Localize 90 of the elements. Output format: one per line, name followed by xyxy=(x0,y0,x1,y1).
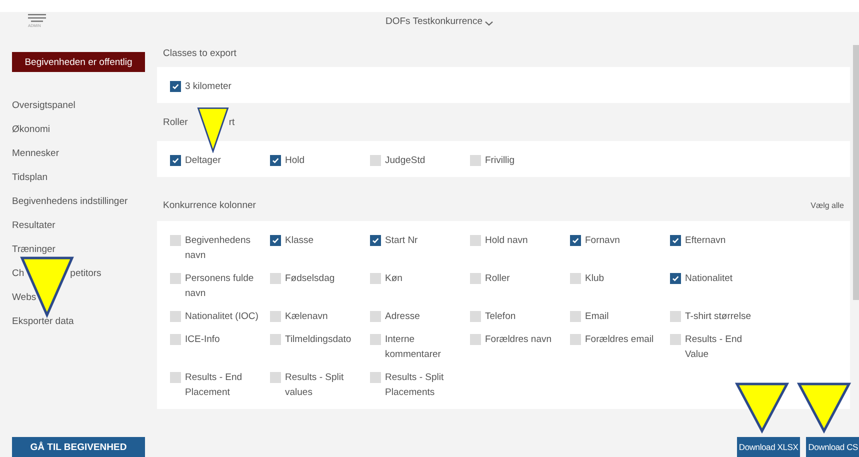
checkbox[interactable] xyxy=(570,273,581,284)
checkbox[interactable] xyxy=(270,235,281,246)
option-label: T-shirt størrelse xyxy=(685,310,752,324)
option-label: Frivillig xyxy=(485,154,516,168)
checkbox[interactable] xyxy=(170,273,181,284)
download-button[interactable]: Download CS xyxy=(806,437,859,457)
sidebar-item[interactable]: Økonomi xyxy=(12,124,50,134)
checkbox[interactable] xyxy=(270,372,281,383)
option-label: Kælenavn xyxy=(285,310,329,324)
checkbox[interactable] xyxy=(170,155,181,166)
option-label: Results - End Value xyxy=(685,333,744,362)
option-label: 3 kilometer xyxy=(185,80,232,94)
option-label: Roller xyxy=(485,272,511,286)
triangle-marker-icon xyxy=(797,382,851,434)
sidebar-item[interactable]: Resultater xyxy=(12,220,56,230)
checkbox[interactable] xyxy=(470,155,481,166)
option-label: Klasse xyxy=(285,234,315,248)
sidebar-item[interactable]: Mennesker xyxy=(12,148,59,158)
option-label: Begivenhedens navn xyxy=(185,234,252,263)
checkbox[interactable] xyxy=(270,273,281,284)
option-label: JudgeStd xyxy=(385,154,426,168)
option-label: Fornavn xyxy=(585,234,621,248)
checkbox[interactable] xyxy=(370,235,381,246)
chevron-down-icon[interactable] xyxy=(485,20,494,26)
checkbox[interactable] xyxy=(370,155,381,166)
option-label: Personens fulde navn xyxy=(185,272,255,301)
checkbox[interactable] xyxy=(170,372,181,383)
section-title: Classes to export xyxy=(163,48,236,59)
checkbox[interactable] xyxy=(470,334,481,345)
sidebar-item[interactable]: Ch xyxy=(12,268,24,278)
sidebar-item[interactable]: Webs xyxy=(12,292,36,302)
option-label: Tilmeldingsdato xyxy=(285,333,352,347)
section-title: Roller xyxy=(163,116,188,128)
sidebar-item[interactable]: Begivenhedens indstillinger xyxy=(12,196,128,206)
option-label: Email xyxy=(585,310,610,324)
select-all-link[interactable]: Vælg alle xyxy=(810,200,844,210)
checkbox[interactable] xyxy=(170,235,181,246)
menu-icon[interactable] xyxy=(28,14,46,22)
option-label: Nationalitet xyxy=(685,272,734,286)
sidebar-item[interactable]: Oversigtspanel xyxy=(12,100,76,110)
checkbox[interactable] xyxy=(270,311,281,322)
checkbox[interactable] xyxy=(170,311,181,322)
triangle-marker-icon xyxy=(735,382,789,434)
sidebar-item[interactable]: Eksporter data xyxy=(12,316,74,326)
checkbox[interactable] xyxy=(270,334,281,345)
option-label: Forældres email xyxy=(585,333,655,347)
option-label: Efternavn xyxy=(685,234,727,248)
checkbox[interactable] xyxy=(470,235,481,246)
option-label: Hold navn xyxy=(485,234,529,248)
option-label: Deltager xyxy=(185,154,222,168)
option-label: Forældres navn xyxy=(485,333,553,347)
option-label: Start Nr xyxy=(385,234,419,248)
option-label: Telefon xyxy=(485,310,517,324)
scrollbar[interactable] xyxy=(853,45,859,300)
checkbox[interactable] xyxy=(170,81,181,92)
checkbox[interactable] xyxy=(670,235,681,246)
option-label: Fødselsdag xyxy=(285,272,336,286)
checkbox[interactable] xyxy=(470,311,481,322)
checkbox[interactable] xyxy=(370,311,381,322)
checkbox[interactable] xyxy=(370,372,381,383)
checkbox[interactable] xyxy=(570,235,581,246)
checkbox[interactable] xyxy=(570,311,581,322)
section-title: rt xyxy=(228,116,235,128)
checkbox[interactable] xyxy=(670,334,681,345)
option-label: Results - Split values xyxy=(285,371,345,400)
checkbox[interactable] xyxy=(670,311,681,322)
checkbox[interactable] xyxy=(170,334,181,345)
option-label: Adresse xyxy=(385,310,421,324)
event-title[interactable]: DOFs Testkonkurrence xyxy=(386,16,482,27)
go-to-event-button[interactable]: GÅ TIL BEGIVENHED xyxy=(12,437,145,457)
option-label: Results - End Placement xyxy=(185,371,244,400)
sidebar-item[interactable]: Træninger xyxy=(12,244,56,254)
download-button[interactable]: Download XLSX xyxy=(736,437,800,457)
option-label: Klub xyxy=(585,272,606,286)
option-label: Nationalitet (IOC) xyxy=(185,310,260,324)
public-status-button[interactable]: Begivenheden er offentlig xyxy=(12,52,145,72)
checkbox[interactable] xyxy=(370,334,381,345)
option-label: ICE-Info xyxy=(185,333,221,347)
checkbox[interactable] xyxy=(370,273,381,284)
checkbox[interactable] xyxy=(670,273,681,284)
option-label: Hold xyxy=(285,154,306,168)
checkbox[interactable] xyxy=(470,273,481,284)
sidebar-item[interactable]: Tidsplan xyxy=(12,172,48,182)
option-label: Interne kommentarer xyxy=(385,333,442,362)
checkbox[interactable] xyxy=(570,334,581,345)
sidebar-item[interactable]: petitors xyxy=(70,268,102,278)
checkbox[interactable] xyxy=(270,155,281,166)
option-label: Results - Split Placements xyxy=(385,371,445,400)
option-label: Køn xyxy=(385,272,404,286)
section-title: Konkurrence kolonner xyxy=(163,200,256,210)
